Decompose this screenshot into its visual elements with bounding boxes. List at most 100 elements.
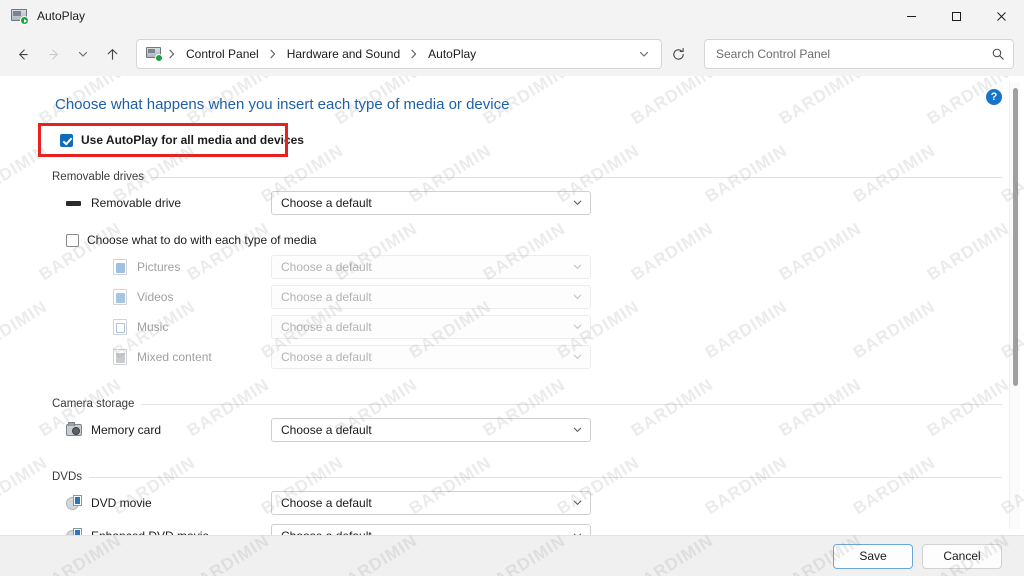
help-icon[interactable]: ? [986,89,1002,105]
camera-icon [66,421,82,438]
section-dvds: DVDs DVD movie Choose a default Enha [0,471,1024,535]
row-label: Mixed content [137,349,212,364]
breadcrumb-hardware-and-sound[interactable]: Hardware and Sound [281,44,406,64]
chevron-down-icon [573,264,582,269]
section-title: Removable drives [52,171,145,183]
dropdown-value: Choose a default [281,259,372,274]
row-label: Removable drive [91,195,182,210]
section-title: DVDs [52,471,83,483]
vertical-scrollbar[interactable] [1009,82,1020,529]
chevron-down-icon [573,294,582,299]
row-videos: Videos Choose a default [0,283,1024,310]
dvd-movie-dropdown[interactable]: Choose a default [271,490,591,515]
row-label: Videos [137,289,174,304]
breadcrumb-separator-icon [265,49,281,59]
chevron-down-icon [573,324,582,329]
scroll-viewport: Choose what happens when you insert each… [0,76,1024,535]
row-music: Music Choose a default [0,313,1024,340]
dvd-disc-icon [66,494,82,511]
breadcrumb-control-panel[interactable]: Control Panel [180,44,265,64]
mixed-content-dropdown: Choose a default [271,344,591,369]
use-autoplay-checkbox[interactable] [60,133,73,147]
content-area: ? Choose what happens when you insert ea… [0,76,1024,576]
breadcrumb-separator-icon [164,49,180,59]
search-input[interactable] [716,47,991,61]
recent-locations-chevron-down-icon[interactable] [70,39,96,69]
section-header: Removable drives [0,171,1024,183]
dvd-disc-icon [66,527,82,535]
music-dropdown: Choose a default [271,314,591,339]
use-autoplay-label: Use AutoPlay for all media and devices [81,133,304,147]
section-title: Camera storage [52,398,135,410]
autoplay-window: AutoPlay Control Panel Hardware and Soun… [0,0,1024,576]
autoplay-settings-page: Choose what happens when you insert each… [0,76,1024,535]
scrollbar-thumb[interactable] [1013,88,1018,386]
breadcrumb-autoplay[interactable]: AutoPlay [422,44,482,64]
minimize-icon[interactable] [889,0,934,32]
removable-drive-icon [66,195,82,211]
window-controls [889,0,1024,32]
up-arrow-icon[interactable] [96,39,128,69]
memory-card-dropdown[interactable]: Choose a default [271,417,591,442]
breadcrumb-autoplay-icon [146,47,163,62]
forward-arrow-icon [38,39,70,69]
dropdown-value: Choose a default [281,349,372,364]
row-label: Pictures [137,259,181,274]
row-dvd-movie[interactable]: DVD movie Choose a default [0,489,1024,516]
use-autoplay-checkbox-row[interactable]: Use AutoPlay for all media and devices [38,123,304,157]
videos-dropdown: Choose a default [271,284,591,309]
section-header: DVDs [0,471,1024,483]
save-button[interactable]: Save [833,543,913,569]
section-divider [151,176,1002,178]
dropdown-value: Choose a default [281,422,372,437]
close-icon[interactable] [979,0,1024,32]
section-header: Camera storage [0,398,1024,410]
section-camera-storage: Camera storage Memory card Choose a defa… [0,398,1024,443]
chevron-down-icon [573,427,582,432]
cancel-button[interactable]: Cancel [922,543,1002,569]
row-removable-drive[interactable]: Removable drive Choose a default [0,189,1024,216]
row-label: DVD movie [91,495,152,510]
choose-each-media-checkbox-row[interactable]: Choose what to do with each type of medi… [0,230,1024,250]
back-arrow-icon[interactable] [6,39,38,69]
chevron-down-icon [573,200,582,205]
choose-each-media-label: Choose what to do with each type of medi… [87,233,317,247]
dropdown-value: Choose a default [281,289,372,304]
chevron-down-icon [573,354,582,359]
dropdown-value: Choose a default [281,319,372,334]
mixed-content-file-icon [112,348,128,365]
pictures-file-icon [112,258,128,275]
removable-drive-dropdown[interactable]: Choose a default [271,190,591,215]
choose-each-media-checkbox[interactable] [66,233,79,247]
dropdown-value: Choose a default [281,495,372,510]
navigation-bar: Control Panel Hardware and Sound AutoPla… [0,32,1024,76]
enhanced-dvd-movie-dropdown[interactable]: Choose a default [271,523,591,535]
address-dropdown-chevron-down-icon[interactable] [631,41,657,67]
search-icon [992,48,1004,60]
footer-bar: Save Cancel [0,535,1024,576]
music-file-icon [112,318,128,335]
videos-file-icon [112,288,128,305]
row-memory-card[interactable]: Memory card Choose a default [0,416,1024,443]
dropdown-value: Choose a default [281,195,372,210]
row-enhanced-dvd-movie[interactable]: Enhanced DVD movie Choose a default [0,522,1024,535]
autoplay-icon [11,8,29,25]
section-removable-drives: Removable drives Removable drive Choose … [0,171,1024,370]
address-bar[interactable]: Control Panel Hardware and Sound AutoPla… [136,39,662,69]
row-label: Memory card [91,422,162,437]
maximize-icon[interactable] [934,0,979,32]
section-divider [141,403,1002,405]
breadcrumb-separator-icon [406,49,422,59]
section-divider [89,476,1002,478]
row-label: Music [137,319,169,334]
refresh-icon[interactable] [662,39,694,69]
row-mixed-content: Mixed content Choose a default [0,343,1024,370]
window-title: AutoPlay [37,9,86,23]
chevron-down-icon [573,500,582,505]
title-bar: AutoPlay [0,0,1024,32]
pictures-dropdown: Choose a default [271,254,591,279]
row-pictures: Pictures Choose a default [0,253,1024,280]
page-title: Choose what happens when you insert each… [55,96,510,113]
title-bar-left: AutoPlay [0,0,85,32]
search-box[interactable] [704,39,1014,69]
